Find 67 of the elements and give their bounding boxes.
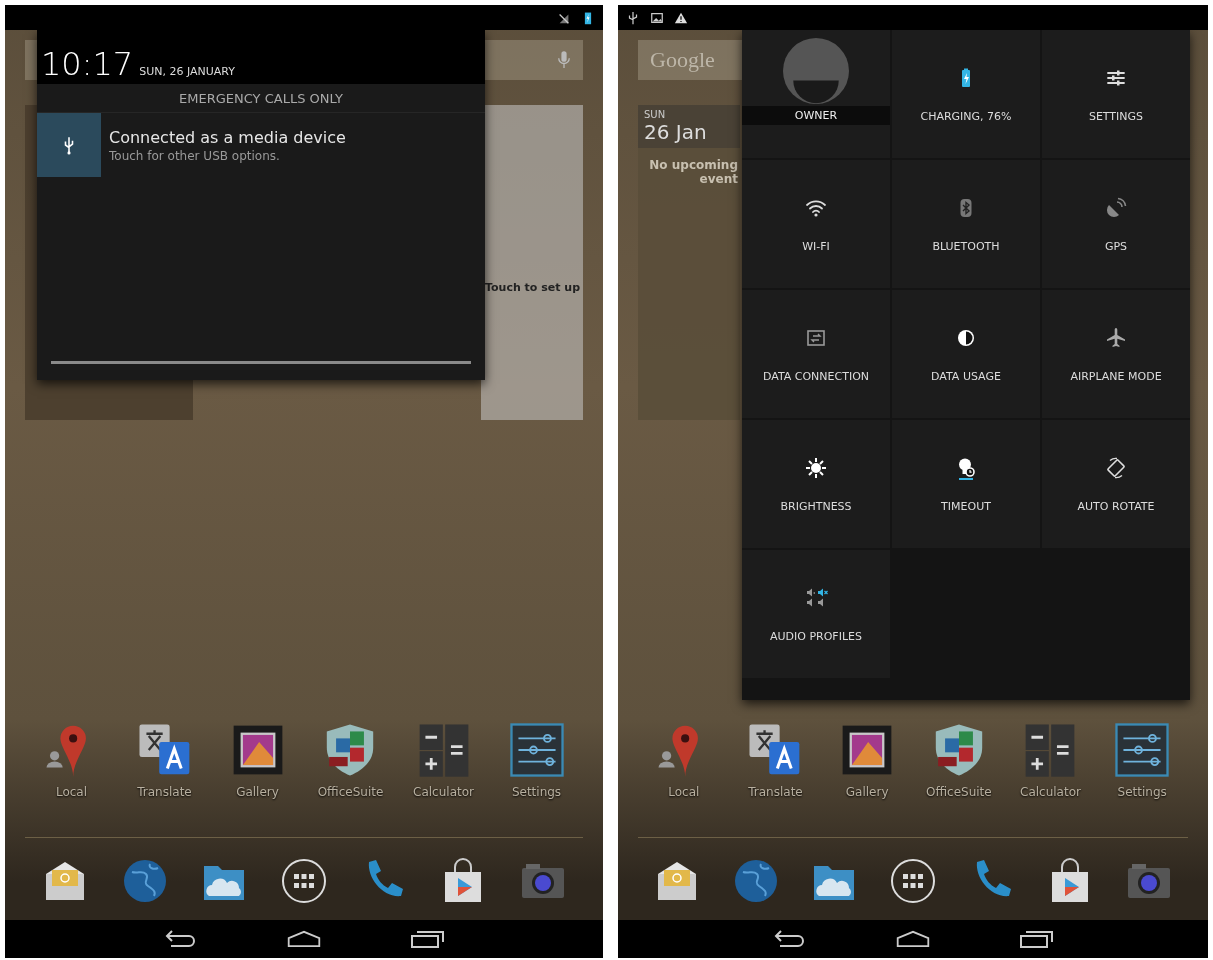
- calendar-day: SUN: [644, 109, 734, 120]
- recent-apps-icon[interactable]: [410, 929, 446, 949]
- avatar-silhouette: [783, 38, 849, 104]
- tile-label: TIMEOUT: [941, 499, 991, 513]
- satellite-dish-icon: [1104, 195, 1128, 220]
- airplane-icon: [1104, 325, 1128, 350]
- usb-icon: [626, 10, 640, 25]
- app-shortcut[interactable]: Local: [654, 721, 713, 799]
- app-shortcut[interactable]: Local: [42, 721, 101, 799]
- home-icon[interactable]: [895, 929, 931, 949]
- tile-label: GPS: [1104, 239, 1128, 253]
- app-shortcut[interactable]: Translate: [135, 721, 194, 799]
- tile-label: DATA CONNECTION: [762, 369, 870, 383]
- app-shortcut[interactable]: OfficeSuite: [926, 721, 992, 799]
- app-shortcut[interactable]: Settings: [507, 721, 566, 799]
- tile-label: DATA USAGE: [931, 369, 1001, 383]
- quick-setting-tile[interactable]: DATA USAGE: [892, 290, 1040, 418]
- quick-setting-tile[interactable]: AUTO ROTATE: [1042, 420, 1190, 548]
- tile-label: CHARGING, 76%: [920, 109, 1012, 123]
- sun-icon: [804, 455, 828, 480]
- quick-setting-tile[interactable]: CHARGING, 76%: [892, 30, 1040, 158]
- tile-label: WI-FI: [802, 239, 830, 253]
- quick-setting-tile[interactable]: AIRPLANE MODE: [1042, 290, 1190, 418]
- clock-time: 10:17: [41, 48, 134, 80]
- rotate-icon: [1104, 455, 1128, 480]
- app-shortcut[interactable]: Settings: [1113, 721, 1172, 799]
- tile-label: AUTO ROTATE: [1077, 499, 1155, 513]
- app-shortcut[interactable]: Calculator: [413, 721, 474, 799]
- drag-handle[interactable]: [51, 361, 471, 364]
- app-drawer-button[interactable]: [888, 856, 938, 906]
- calendar-date: 26 Jan: [644, 120, 708, 144]
- tile-label: BLUETOOTH: [932, 239, 1000, 253]
- search-logo: Google: [650, 47, 715, 73]
- quick-setting-tile[interactable]: AUDIO PROFILES: [742, 550, 890, 678]
- app-shortcut[interactable]: Calculator: [1020, 721, 1081, 799]
- sliders-icon: [1113, 721, 1172, 779]
- tile-label: SETTINGS: [1088, 109, 1144, 123]
- quick-setting-tile[interactable]: OWNER: [742, 30, 890, 158]
- app-shortcut[interactable]: Translate: [746, 721, 805, 799]
- usb-icon: [37, 113, 101, 177]
- setup-prompt: Touch to set up: [485, 281, 581, 294]
- home-icon[interactable]: [286, 929, 322, 949]
- calendar-event-text: No upcoming: [649, 158, 739, 172]
- recent-apps-icon[interactable]: [1019, 929, 1055, 949]
- picture-icon: [650, 10, 664, 25]
- calendar-widget[interactable]: SUN 26 Jan No upcoming event: [638, 105, 740, 420]
- calendar-event-text: event: [699, 172, 739, 186]
- quick-setting-tile[interactable]: TIMEOUT: [892, 420, 1040, 548]
- app-shortcut[interactable]: OfficeSuite: [317, 721, 384, 799]
- owner-label: OWNER: [742, 106, 890, 125]
- quick-setting-tile[interactable]: WI-FI: [742, 160, 890, 288]
- quick-setting-tile[interactable]: SETTINGS: [1042, 30, 1190, 158]
- clock-date: SUN, 26 JANUARY: [139, 65, 235, 80]
- notification-text: Touch for other USB options.: [109, 148, 281, 163]
- quick-setting-tile[interactable]: BLUETOOTH: [892, 160, 1040, 288]
- quick-setting-tile[interactable]: BRIGHTNESS: [742, 420, 890, 548]
- app-shortcut[interactable]: Gallery: [228, 721, 287, 799]
- tile-label: AUDIO PROFILES: [770, 629, 862, 643]
- tile-label: AIRPLANE MODE: [1070, 369, 1162, 383]
- quick-setting-tile[interactable]: GPS: [1042, 160, 1190, 288]
- app-drawer-button[interactable]: [279, 856, 329, 906]
- sliders-icon: [507, 721, 566, 779]
- tile-label: BRIGHTNESS: [780, 499, 852, 513]
- quick-setting-tile[interactable]: DATA CONNECTION: [742, 290, 890, 418]
- email-widget[interactable]: Touch to set up: [481, 105, 583, 420]
- app-shortcut[interactable]: Gallery: [838, 721, 897, 799]
- notification-title: Connected as a media device: [109, 127, 346, 147]
